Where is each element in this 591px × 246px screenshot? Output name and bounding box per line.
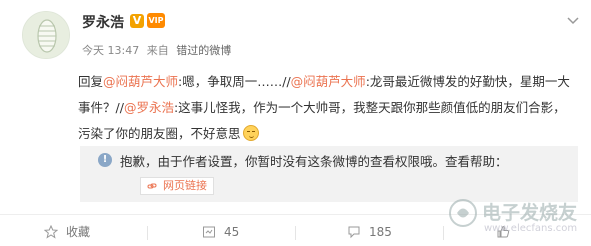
post-time[interactable]: 今天 13:47: [82, 44, 139, 57]
cocoon-avatar-icon: [23, 12, 69, 58]
post-meta: 今天 13:47 来自 错过的微博: [82, 42, 235, 58]
weibo-card: 罗永浩 V VIP 今天 13:47 来自 错过的微博 回复@闷葫芦大师:嗯，争…: [0, 0, 591, 246]
permission-notice: ! 抱歉，由于作者设置，你暂时没有这条微博的查看权限哦。查看帮助： 网页链接: [80, 146, 578, 202]
embarrassed-emoji-icon: [242, 125, 259, 141]
divider: [0, 214, 591, 215]
content-text: :嗯，争取周一……//: [178, 74, 291, 89]
thumbs-up-icon: [497, 225, 510, 238]
like-button[interactable]: [496, 218, 536, 246]
author-name[interactable]: 罗永浩: [82, 12, 124, 32]
favorite-label: 收藏: [66, 225, 91, 239]
source-prefix: 来自: [146, 44, 169, 57]
post-content: 回复@闷葫芦大师:嗯，争取周一……//@闷葫芦大师:龙哥最近微博发的好勤快，星期…: [78, 69, 578, 147]
star-icon: [44, 225, 58, 239]
post-source[interactable]: 错过的微博: [176, 44, 231, 57]
link-icon: [147, 183, 157, 189]
mention-link[interactable]: @闷葫芦大师: [291, 74, 366, 89]
avatar[interactable]: [22, 11, 70, 59]
vip-badge: VIP: [147, 13, 165, 28]
repost-icon: [203, 226, 215, 238]
verified-badge: V: [130, 14, 144, 28]
action-separator: [295, 226, 296, 240]
comment-icon: [348, 226, 360, 239]
web-link-label: 网页链接: [163, 179, 207, 192]
action-separator: [443, 226, 444, 240]
action-bar: 收藏 45 185: [0, 218, 591, 246]
chevron-down-icon[interactable]: [565, 12, 581, 28]
content-text: 回复: [78, 74, 104, 89]
web-link-button[interactable]: 网页链接: [140, 177, 214, 195]
favorite-button[interactable]: 收藏: [44, 218, 134, 246]
mention-link[interactable]: @罗永浩: [124, 100, 174, 115]
notice-text: 抱歉，由于作者设置，你暂时没有这条微博的查看权限哦。查看帮助：: [120, 154, 508, 169]
mention-link[interactable]: @闷葫芦大师: [103, 74, 178, 89]
action-separator: [147, 226, 148, 240]
info-icon: !: [98, 153, 112, 167]
comment-button[interactable]: 185: [347, 218, 437, 246]
repost-count: 45: [224, 225, 240, 239]
comment-count: 185: [369, 225, 392, 239]
repost-button[interactable]: 45: [202, 218, 292, 246]
